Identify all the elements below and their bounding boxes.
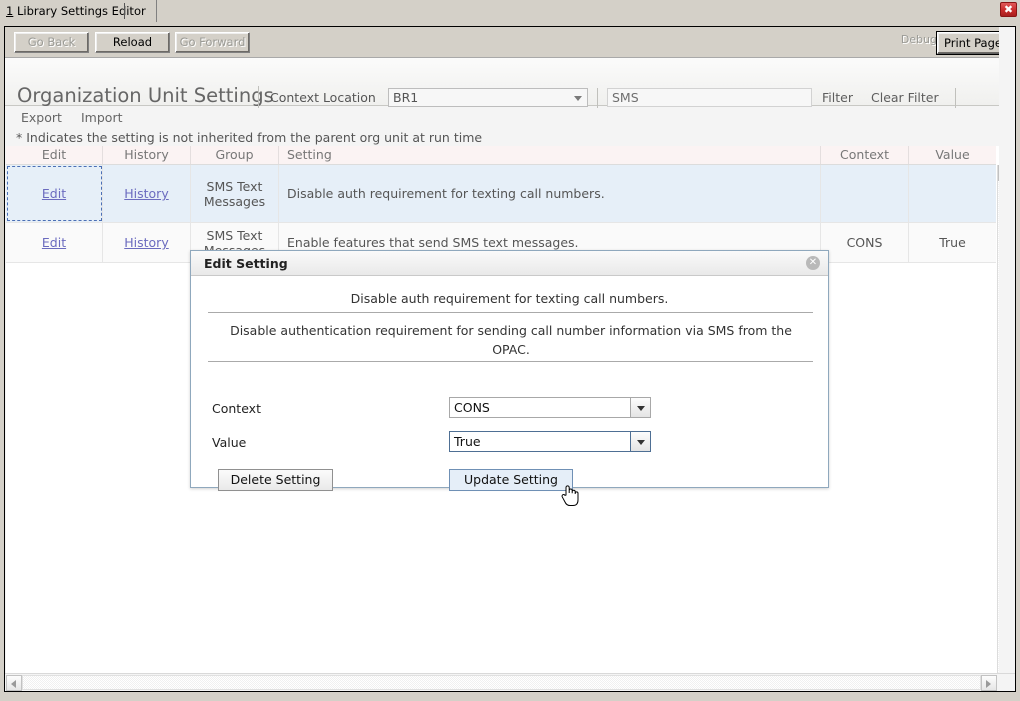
- row-group-cell: SMS Text Messages: [191, 165, 279, 222]
- header-divider-1: [258, 86, 259, 108]
- dialog-context-value: CONS: [454, 400, 490, 415]
- row-edit-cell[interactable]: Edit: [6, 165, 103, 222]
- close-icon[interactable]: ✕: [806, 256, 820, 270]
- window-close-icon[interactable]: ✖: [1000, 2, 1017, 17]
- print-page-label: Print Page: [944, 36, 1002, 50]
- tab-library-settings-editor[interactable]: 1 Library Settings Editor: [0, 0, 157, 22]
- row-context-cell: CONS: [821, 223, 909, 262]
- tab-caret: [124, 3, 125, 19]
- dialog-value-label: Value: [212, 435, 247, 450]
- filter-input[interactable]: SMS: [607, 88, 812, 107]
- go-forward-button[interactable]: Go Forward: [175, 32, 250, 53]
- go-back-label: Go Back: [27, 35, 76, 49]
- go-forward-label: Go Forward: [179, 35, 246, 49]
- chevron-down-icon[interactable]: [630, 431, 651, 452]
- dialog-value-select[interactable]: True: [449, 431, 651, 452]
- page-horizontal-scrollbar[interactable]: [5, 673, 1015, 691]
- filter-button[interactable]: Filter: [822, 90, 853, 105]
- column-header-value[interactable]: Value: [909, 146, 996, 164]
- edit-link[interactable]: Edit: [42, 235, 66, 250]
- context-location-label: Context Location: [270, 90, 376, 105]
- scroll-left-button[interactable]: [6, 675, 22, 691]
- context-location-value: BR1: [393, 90, 419, 105]
- clear-filter-button[interactable]: Clear Filter: [871, 90, 939, 105]
- row-edit-cell[interactable]: Edit: [6, 223, 103, 262]
- dialog-divider-2: [208, 361, 813, 362]
- header-divider-2: [597, 88, 598, 108]
- edit-link[interactable]: Edit: [42, 186, 66, 201]
- chevron-left-icon: [11, 680, 16, 688]
- chevron-right-icon: [986, 680, 991, 688]
- delete-setting-button[interactable]: Delete Setting: [218, 469, 333, 491]
- column-header-group[interactable]: Group: [191, 146, 279, 164]
- export-menu-item[interactable]: Export: [21, 110, 62, 125]
- history-link[interactable]: History: [124, 235, 168, 250]
- filter-input-value: SMS: [612, 90, 639, 105]
- column-header-setting[interactable]: Setting: [279, 146, 821, 164]
- edit-setting-dialog: Edit Setting ✕ Disable auth requirement …: [190, 250, 829, 491]
- dialog-setting-name: Disable auth requirement for texting cal…: [350, 291, 669, 306]
- dialog-context-select[interactable]: CONS: [449, 397, 651, 418]
- dialog-setting-description: Disable authentication requirement for s…: [230, 323, 792, 357]
- table-header-row: Edit History Group Setting Context Value: [6, 146, 996, 165]
- row-history-cell[interactable]: History: [103, 223, 191, 262]
- go-back-button[interactable]: Go Back: [14, 32, 89, 53]
- page-title: Organization Unit Settings: [17, 84, 274, 107]
- dialog-value-value: True: [454, 434, 481, 449]
- import-menu-item[interactable]: Import: [81, 110, 123, 125]
- reload-label: Reload: [112, 35, 153, 49]
- header-divider-3: [955, 88, 956, 108]
- chevron-down-icon[interactable]: [630, 397, 651, 418]
- row-context-cell: [821, 165, 909, 222]
- tab-strip: 1 Library Settings Editor ✖: [0, 0, 1020, 22]
- browser-window: Go Back Reload Go Forward Debug Print Pa…: [4, 26, 1016, 692]
- context-location-select[interactable]: BR1: [388, 88, 588, 107]
- row-setting-cell: Disable auth requirement for texting cal…: [279, 165, 821, 222]
- update-setting-button[interactable]: Update Setting: [449, 469, 573, 491]
- dialog-title: Edit Setting: [204, 256, 288, 271]
- horizontal-scroll-thumb[interactable]: [22, 675, 981, 690]
- chevron-down-icon: [574, 96, 582, 101]
- column-header-edit[interactable]: Edit: [6, 146, 103, 164]
- browser-toolbar: Go Back Reload Go Forward Debug Print Pa…: [5, 27, 1015, 58]
- page-vertical-scrollbar[interactable]: [999, 27, 1015, 675]
- row-value-cell: True: [939, 235, 966, 250]
- row-value-cell: [909, 165, 996, 222]
- history-link[interactable]: History: [124, 186, 168, 201]
- table-row[interactable]: Edit History SMS Text Messages Disable a…: [6, 165, 996, 223]
- dialog-context-label: Context: [212, 401, 261, 416]
- scroll-right-button[interactable]: [981, 675, 997, 691]
- row-history-cell[interactable]: History: [103, 165, 191, 222]
- dialog-divider-1: [208, 312, 813, 313]
- debug-label: Debug: [900, 33, 937, 46]
- tab-label: Library Settings Editor: [13, 4, 146, 18]
- column-header-context[interactable]: Context: [821, 146, 909, 164]
- inherit-note: * Indicates the setting is not inherited…: [16, 130, 483, 145]
- column-header-history[interactable]: History: [103, 146, 191, 164]
- reload-button[interactable]: Reload: [95, 32, 170, 53]
